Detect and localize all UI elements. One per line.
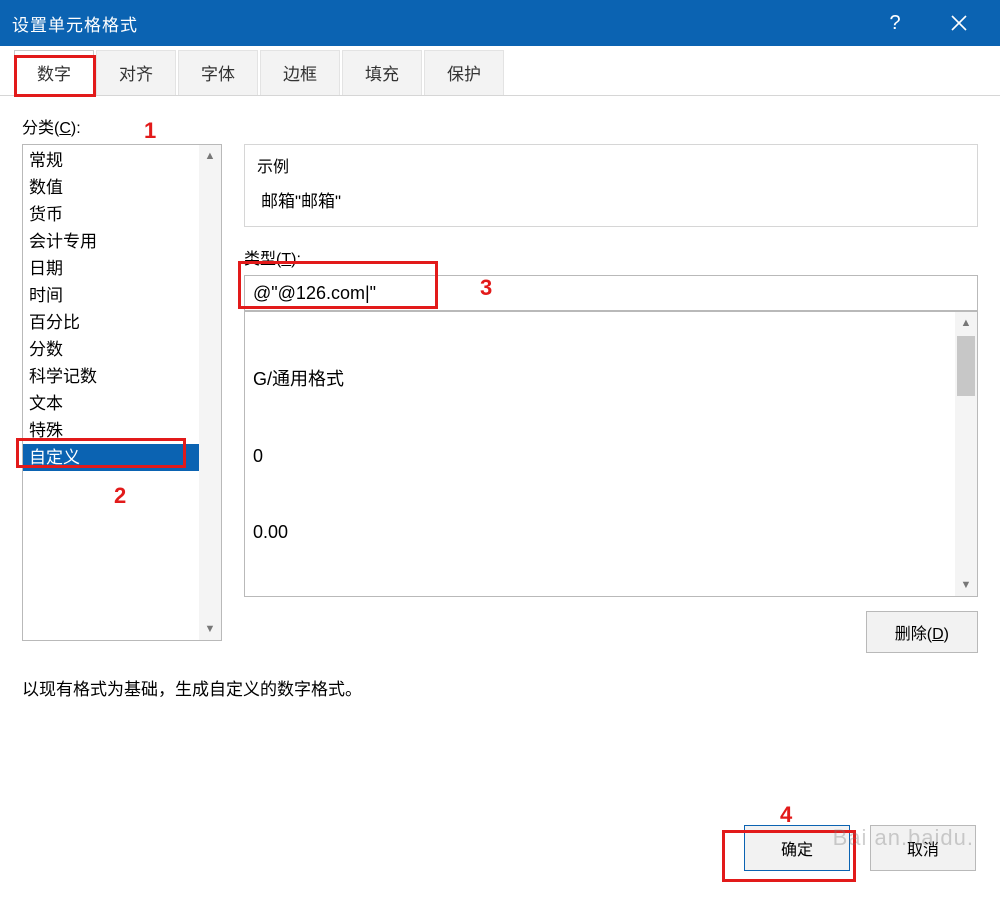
format-listbox[interactable]: G/通用格式 0 0.00 #,##0 #,##0.00 _ * #,##0_ …	[244, 311, 978, 597]
scroll-down-icon[interactable]: ▼	[955, 574, 977, 596]
category-item[interactable]: 文本	[23, 390, 199, 417]
category-item[interactable]: 日期	[23, 255, 199, 282]
example-value: 邮箱"邮箱"	[257, 187, 965, 212]
dialog-button-bar: 确定 取消	[744, 825, 976, 871]
tab-font[interactable]: 字体	[178, 50, 258, 95]
ok-button[interactable]: 确定	[744, 825, 850, 871]
category-listbox[interactable]: 常规 数值 货币 会计专用 日期 时间 百分比 分数 科学记数 文本 特殊 自定…	[22, 144, 222, 641]
category-item[interactable]: 特殊	[23, 417, 199, 444]
category-item[interactable]: 百分比	[23, 309, 199, 336]
format-item[interactable]: G/通用格式	[253, 367, 955, 393]
delete-button[interactable]: 删除(D)	[866, 611, 978, 653]
category-item[interactable]: 分数	[23, 336, 199, 363]
tab-strip: 数字 对齐 字体 边框 填充 保护	[0, 46, 1000, 96]
example-title: 示例	[257, 153, 965, 177]
format-scrollbar[interactable]: ▲ ▼	[955, 312, 977, 596]
help-icon[interactable]: ?	[870, 0, 920, 46]
type-input[interactable]	[244, 275, 978, 311]
title-bar: 设置单元格格式 ?	[0, 0, 1000, 46]
type-label: 类型(T):	[244, 245, 978, 269]
category-item[interactable]: 常规	[23, 147, 199, 174]
format-item[interactable]: 0.00	[253, 520, 955, 546]
tab-border[interactable]: 边框	[260, 50, 340, 95]
scroll-up-icon[interactable]: ▲	[955, 312, 977, 334]
tab-protect[interactable]: 保护	[424, 50, 504, 95]
category-item[interactable]: 货币	[23, 201, 199, 228]
scroll-track[interactable]	[955, 398, 977, 574]
scroll-up-icon[interactable]: ▲	[199, 145, 221, 167]
category-item[interactable]: 时间	[23, 282, 199, 309]
format-item[interactable]: 0	[253, 444, 955, 470]
cancel-button[interactable]: 取消	[870, 825, 976, 871]
scroll-down-icon[interactable]: ▼	[199, 618, 221, 640]
dialog-content: 分类(C): 常规 数值 货币 会计专用 日期 时间 百分比 分数 科学记数 文…	[0, 96, 1000, 700]
window-title: 设置单元格格式	[12, 11, 138, 36]
tab-fill[interactable]: 填充	[342, 50, 422, 95]
scroll-thumb[interactable]	[957, 336, 975, 396]
category-item-custom[interactable]: 自定义	[23, 444, 199, 471]
example-box: 示例 邮箱"邮箱"	[244, 144, 978, 227]
category-item[interactable]: 科学记数	[23, 363, 199, 390]
tab-align[interactable]: 对齐	[96, 50, 176, 95]
hint-text: 以现有格式为基础，生成自定义的数字格式。	[22, 675, 978, 700]
category-item[interactable]: 会计专用	[23, 228, 199, 255]
tab-number[interactable]: 数字	[14, 50, 94, 96]
category-label: 分类(C):	[22, 114, 81, 138]
close-icon[interactable]	[934, 0, 984, 46]
category-item[interactable]: 数值	[23, 174, 199, 201]
category-scrollbar[interactable]: ▲ ▼	[199, 145, 221, 640]
